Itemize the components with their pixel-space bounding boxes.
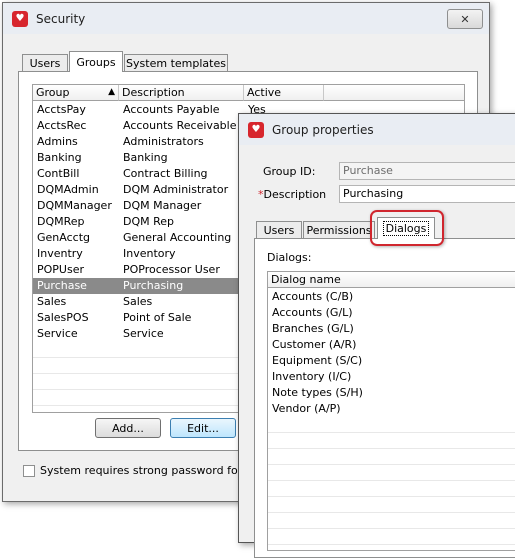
description-field[interactable]: Purchasing — [339, 185, 515, 203]
empty-row-gridline — [268, 512, 515, 513]
dialogs-list[interactable]: Dialog name Accounts (C/B) Accounts (G/L)… — [267, 271, 515, 551]
column-header-active[interactable]: Active — [244, 85, 324, 101]
dialog-name-cell: Vendor (A/P) — [272, 402, 341, 415]
group-cell: Purchase — [37, 279, 87, 292]
group-cell: DQMManager — [37, 199, 112, 212]
empty-row-gridline — [268, 464, 515, 465]
group-cell: GenAcctg — [37, 231, 90, 244]
tab-groups[interactable]: Groups — [69, 51, 123, 72]
column-header-filler — [324, 85, 464, 101]
list-item[interactable]: Inventory (I/C) — [268, 369, 515, 385]
description-cell: DQM Rep — [123, 215, 175, 228]
list-item[interactable]: Equipment (S/C) — [268, 353, 515, 369]
group-cell: DQMRep — [37, 215, 85, 228]
security-title: Security — [36, 11, 86, 26]
empty-row-gridline — [268, 528, 515, 529]
group-cell: SalesPOS — [37, 311, 89, 324]
add-button[interactable]: Add... — [95, 418, 161, 438]
description-cell: Administrators — [123, 135, 204, 148]
group-cell: AcctsPay — [37, 103, 86, 116]
security-titlebar: ♥ Security ✕ — [3, 3, 489, 34]
empty-row-gridline — [268, 448, 515, 449]
group-properties-titlebar: ♥ Group properties — [239, 114, 515, 145]
group-cell: Banking — [37, 151, 82, 164]
tab-permissions[interactable]: Permissions — [303, 221, 375, 239]
description-cell: General Accounting — [123, 231, 232, 244]
group-cell: AcctsRec — [37, 119, 87, 132]
description-cell: Service — [123, 327, 164, 340]
group-cell: Service — [37, 327, 78, 340]
dialogs-panel: Dialogs: Dialog name Accounts (C/B) Accou… — [254, 238, 515, 558]
list-item[interactable]: Branches (G/L) — [268, 321, 515, 337]
group-properties-title: Group properties — [272, 122, 374, 137]
column-header-description[interactable]: Description — [119, 85, 244, 101]
list-item[interactable]: Customer (A/R) — [268, 337, 515, 353]
description-cell: Accounts Payable — [123, 103, 220, 116]
description-cell: Purchasing — [123, 279, 184, 292]
description-cell: Accounts Receivable — [123, 119, 237, 132]
group-cell: ContBill — [37, 167, 80, 180]
app-logo-icon: ♥ — [248, 121, 264, 138]
column-header-dialog-name[interactable]: Dialog name — [268, 272, 515, 288]
description-label: *Description — [258, 188, 327, 201]
description-cell: Banking — [123, 151, 168, 164]
strong-password-label: System requires strong password for all — [40, 464, 259, 477]
dialog-name-cell: Note types (S/H) — [272, 386, 363, 399]
description-cell: Contract Billing — [123, 167, 208, 180]
column-header-group[interactable]: Group ▲ — [33, 85, 119, 101]
dialog-name-cell: Branches (G/L) — [272, 322, 354, 335]
empty-row-gridline — [268, 480, 515, 481]
description-cell: Point of Sale — [123, 311, 192, 324]
close-button[interactable]: ✕ — [447, 9, 483, 29]
group-cell: POPUser — [37, 263, 84, 276]
group-id-label: Group ID: — [263, 165, 316, 178]
empty-row-gridline — [268, 544, 515, 545]
description-cell: Inventory — [123, 247, 176, 260]
dialog-name-cell: Equipment (S/C) — [272, 354, 363, 367]
empty-row-gridline — [268, 496, 515, 497]
dialogs-label: Dialogs: — [267, 251, 312, 264]
list-item[interactable]: Note types (S/H) — [268, 385, 515, 401]
group-cell: Admins — [37, 135, 78, 148]
group-properties-window: ♥ Group properties Group ID: Purchase *D… — [238, 113, 515, 558]
dialog-name-cell: Accounts (G/L) — [272, 306, 353, 319]
edit-button[interactable]: Edit... — [170, 418, 236, 438]
description-cell: DQM Administrator — [123, 183, 229, 196]
dialog-name-cell: Accounts (C/B) — [272, 290, 354, 303]
list-item[interactable]: Accounts (C/B) — [268, 289, 515, 305]
group-cell: Inventry — [37, 247, 83, 260]
sort-ascending-icon: ▲ — [108, 87, 115, 97]
tab-users[interactable]: Users — [22, 54, 68, 72]
group-id-field: Purchase — [339, 162, 515, 180]
list-item[interactable]: Vendor (A/P) — [268, 401, 515, 417]
dialog-name-cell: Inventory (I/C) — [272, 370, 352, 383]
description-cell: DQM Manager — [123, 199, 202, 212]
group-cell: Sales — [37, 295, 67, 308]
dialogs-tab-highlight — [370, 210, 444, 246]
empty-row-gridline — [268, 432, 515, 433]
list-item[interactable]: Accounts (G/L) — [268, 305, 515, 321]
description-cell: Sales — [123, 295, 153, 308]
dialog-name-cell: Customer (A/R) — [272, 338, 357, 351]
tab-system-templates[interactable]: System templates — [124, 54, 228, 72]
strong-password-checkbox[interactable] — [23, 465, 35, 477]
group-cell: DQMAdmin — [37, 183, 99, 196]
tab-users[interactable]: Users — [256, 221, 302, 239]
description-cell: POProcessor User — [123, 263, 220, 276]
app-logo-icon: ♥ — [12, 10, 28, 27]
